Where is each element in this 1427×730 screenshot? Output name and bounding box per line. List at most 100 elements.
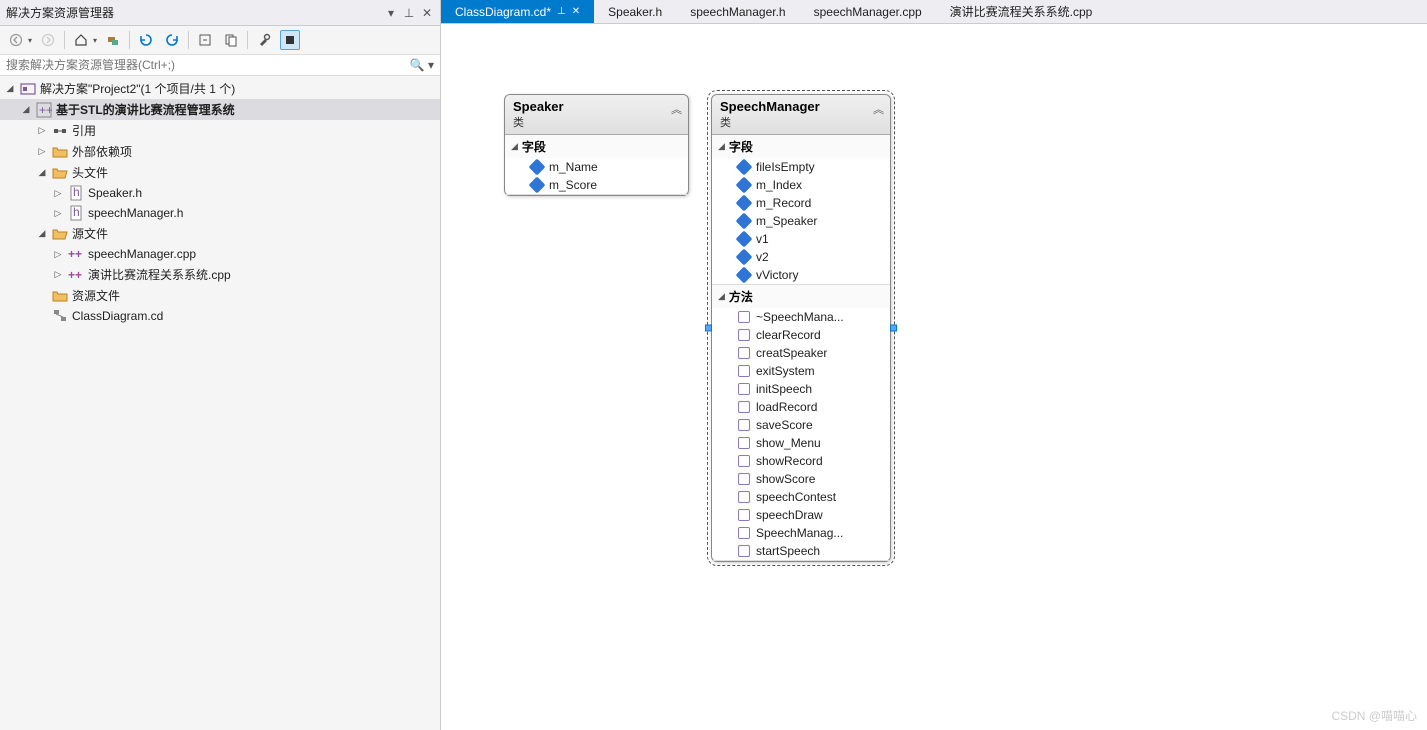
class-header[interactable]: SpeechManager 类 ︽ [712, 95, 890, 135]
scope-button[interactable] [103, 30, 123, 50]
tab-speechmanager-cpp[interactable]: speechManager.cpp [800, 0, 936, 23]
tab-label: speechManager.cpp [814, 5, 922, 19]
method-member[interactable]: speechContest [712, 488, 890, 506]
method-member[interactable]: showScore [712, 470, 890, 488]
separator [64, 31, 65, 49]
collapse-all-button[interactable] [195, 30, 215, 50]
pin-icon[interactable]: ⊥ [557, 6, 566, 17]
method-member[interactable]: loadRecord [712, 398, 890, 416]
home-dropdown[interactable]: ▾ [93, 36, 97, 45]
search-icon[interactable]: 🔍 ▾ [410, 58, 434, 72]
preview-button[interactable] [280, 30, 300, 50]
properties-button[interactable] [254, 30, 274, 50]
classdiagram-file-node[interactable]: ClassDiagram.cd [0, 306, 440, 326]
section-label: 字段 [729, 138, 753, 155]
expander-icon[interactable]: ▷ [52, 248, 64, 260]
solution-tree: ◢ 解决方案"Project2"(1 个项目/共 1 个) ◢ ++ 基于STL… [0, 76, 440, 730]
project-node[interactable]: ◢ ++ 基于STL的演讲比赛流程管理系统 [0, 99, 440, 120]
method-member[interactable]: exitSystem [712, 362, 890, 380]
tab-label: ClassDiagram.cd* [455, 5, 551, 19]
expander-icon[interactable]: ▷ [52, 269, 64, 281]
folder-icon [52, 288, 68, 304]
tab-speechmanager-h[interactable]: speechManager.h [676, 0, 799, 23]
resize-handle-left[interactable] [705, 325, 712, 332]
search-input[interactable] [6, 58, 410, 72]
class-box-speechmanager[interactable]: SpeechManager 类 ︽ ◢ 字段 fileIsEmptym_Inde… [711, 94, 891, 562]
method-member[interactable]: initSpeech [712, 380, 890, 398]
references-node[interactable]: ▷ 引用 [0, 120, 440, 141]
pin-icon[interactable]: ⊥ [402, 6, 416, 20]
expander-icon[interactable]: ◢ [511, 141, 518, 152]
dropdown-icon[interactable]: ▾ [384, 6, 398, 20]
close-icon[interactable]: ✕ [572, 6, 580, 17]
tab-classdiagram[interactable]: ClassDiagram.cd* ⊥ ✕ [441, 0, 594, 23]
expander-icon[interactable]: ▷ [52, 207, 64, 219]
refresh-button[interactable] [162, 30, 182, 50]
method-icon [738, 509, 750, 521]
expander-icon[interactable]: ◢ [36, 228, 48, 240]
tab-speaker-h[interactable]: Speaker.h [594, 0, 676, 23]
field-member[interactable]: v1 [712, 230, 890, 248]
expander-icon[interactable]: ▷ [36, 146, 48, 158]
section-header[interactable]: ◢ 字段 [712, 135, 890, 158]
member-label: clearRecord [756, 328, 821, 342]
section-header[interactable]: ◢ 字段 [505, 135, 688, 158]
class-box-speaker[interactable]: Speaker 类 ︽ ◢ 字段 m_Namem_Score [504, 94, 689, 196]
field-member[interactable]: m_Index [712, 176, 890, 194]
home-button[interactable] [71, 30, 91, 50]
expander-icon[interactable]: ◢ [718, 291, 725, 302]
field-member[interactable]: m_Score [505, 176, 688, 194]
external-deps-node[interactable]: ▷ 外部依赖项 [0, 141, 440, 162]
tab-contest-cpp[interactable]: 演讲比赛流程关系系统.cpp [936, 0, 1107, 23]
method-member[interactable]: ~SpeechMana... [712, 308, 890, 326]
field-member[interactable]: m_Speaker [712, 212, 890, 230]
method-member[interactable]: startSpeech [712, 542, 890, 560]
headers-folder-node[interactable]: ◢ 头文件 [0, 162, 440, 183]
forward-button[interactable] [38, 30, 58, 50]
method-member[interactable]: speechDraw [712, 506, 890, 524]
class-diagram-canvas[interactable]: Speaker 类 ︽ ◢ 字段 m_Namem_Score SpeechMan… [441, 24, 1427, 730]
expander-icon[interactable]: ◢ [20, 104, 32, 116]
back-button[interactable] [6, 30, 26, 50]
show-all-files-button[interactable] [221, 30, 241, 50]
field-member[interactable]: vVictory [712, 266, 890, 284]
method-icon [738, 455, 750, 467]
expander-icon[interactable]: ▷ [36, 125, 48, 137]
header-file-node[interactable]: ▷ h Speaker.h [0, 183, 440, 203]
source-file-node[interactable]: ▷ ++ speechManager.cpp [0, 244, 440, 264]
collapse-icon[interactable]: ︽ [671, 101, 682, 117]
back-dropdown[interactable]: ▾ [28, 36, 32, 45]
field-member[interactable]: m_Name [505, 158, 688, 176]
svg-text:++: ++ [68, 268, 82, 282]
member-label: showRecord [756, 454, 823, 468]
resize-handle-right[interactable] [890, 325, 897, 332]
expander-icon[interactable]: ◢ [4, 83, 16, 95]
sources-folder-node[interactable]: ◢ 源文件 [0, 223, 440, 244]
method-member[interactable]: showRecord [712, 452, 890, 470]
field-member[interactable]: m_Record [712, 194, 890, 212]
member-label: speechContest [756, 490, 836, 504]
expander-icon[interactable]: ▷ [52, 187, 64, 199]
source-file-node[interactable]: ▷ ++ 演讲比赛流程关系系统.cpp [0, 264, 440, 285]
solution-label: 解决方案"Project2"(1 个项目/共 1 个) [40, 80, 235, 97]
method-member[interactable]: saveScore [712, 416, 890, 434]
method-icon [738, 545, 750, 557]
method-member[interactable]: show_Menu [712, 434, 890, 452]
method-member[interactable]: SpeechManag... [712, 524, 890, 542]
expander-icon[interactable]: ◢ [36, 167, 48, 179]
sync-button[interactable] [136, 30, 156, 50]
class-header[interactable]: Speaker 类 ︽ [505, 95, 688, 135]
method-member[interactable]: creatSpeaker [712, 344, 890, 362]
field-member[interactable]: v2 [712, 248, 890, 266]
method-member[interactable]: clearRecord [712, 326, 890, 344]
resources-folder-node[interactable]: 资源文件 [0, 285, 440, 306]
resources-label: 资源文件 [72, 287, 120, 304]
header-file-node[interactable]: ▷ h speechManager.h [0, 203, 440, 223]
section-header[interactable]: ◢ 方法 [712, 285, 890, 308]
close-icon[interactable]: ✕ [420, 6, 434, 20]
solution-node[interactable]: ◢ 解决方案"Project2"(1 个项目/共 1 个) [0, 78, 440, 99]
collapse-icon[interactable]: ︽ [873, 101, 884, 117]
expander-icon[interactable]: ◢ [718, 141, 725, 152]
field-member[interactable]: fileIsEmpty [712, 158, 890, 176]
folder-open-icon [52, 226, 68, 242]
